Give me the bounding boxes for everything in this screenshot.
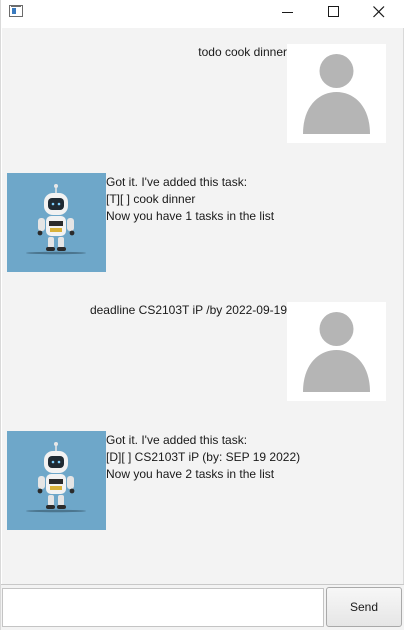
close-icon xyxy=(373,6,385,18)
message-line: deadline CS2103T iP /by 2022-09-19 xyxy=(89,303,287,317)
user-message: todo cook dinner xyxy=(198,44,287,61)
send-button[interactable]: Send xyxy=(326,587,402,627)
app-window-icon xyxy=(9,5,23,17)
message-line: [D][ ] CS2103T iP (by: SEP 19 2022) xyxy=(106,450,301,464)
message-input[interactable] xyxy=(2,588,324,627)
app-window: todo cook dinner Got it. I've added this… xyxy=(0,0,404,630)
message-line: Got it. I've added this task: xyxy=(106,175,248,189)
user-avatar-icon xyxy=(287,302,386,401)
bot-message: Got it. I've added this task: [T][ ] coo… xyxy=(106,174,274,225)
title-bar xyxy=(1,0,404,28)
message-line: Now you have 1 tasks in the list xyxy=(106,209,275,223)
robot-avatar-icon xyxy=(7,173,106,272)
user-message: deadline CS2103T iP /by 2022-09-19 xyxy=(90,302,287,319)
robot-avatar-icon xyxy=(7,431,106,530)
user-avatar-icon xyxy=(287,44,386,143)
close-button[interactable] xyxy=(356,0,402,26)
maximize-button[interactable] xyxy=(311,0,357,26)
dialog-container[interactable]: todo cook dinner Got it. I've added this… xyxy=(2,28,403,584)
input-bar: Send xyxy=(1,584,404,630)
minimize-button[interactable] xyxy=(265,0,311,26)
message-line: Got it. I've added this task: xyxy=(106,433,248,447)
message-line: [T][ ] cook dinner xyxy=(106,192,196,206)
maximize-icon xyxy=(328,6,339,17)
bot-message: Got it. I've added this task: [D][ ] CS2… xyxy=(106,432,300,483)
message-line: todo cook dinner xyxy=(198,45,287,59)
minimize-icon xyxy=(282,12,293,13)
message-line: Now you have 2 tasks in the list xyxy=(106,467,275,481)
